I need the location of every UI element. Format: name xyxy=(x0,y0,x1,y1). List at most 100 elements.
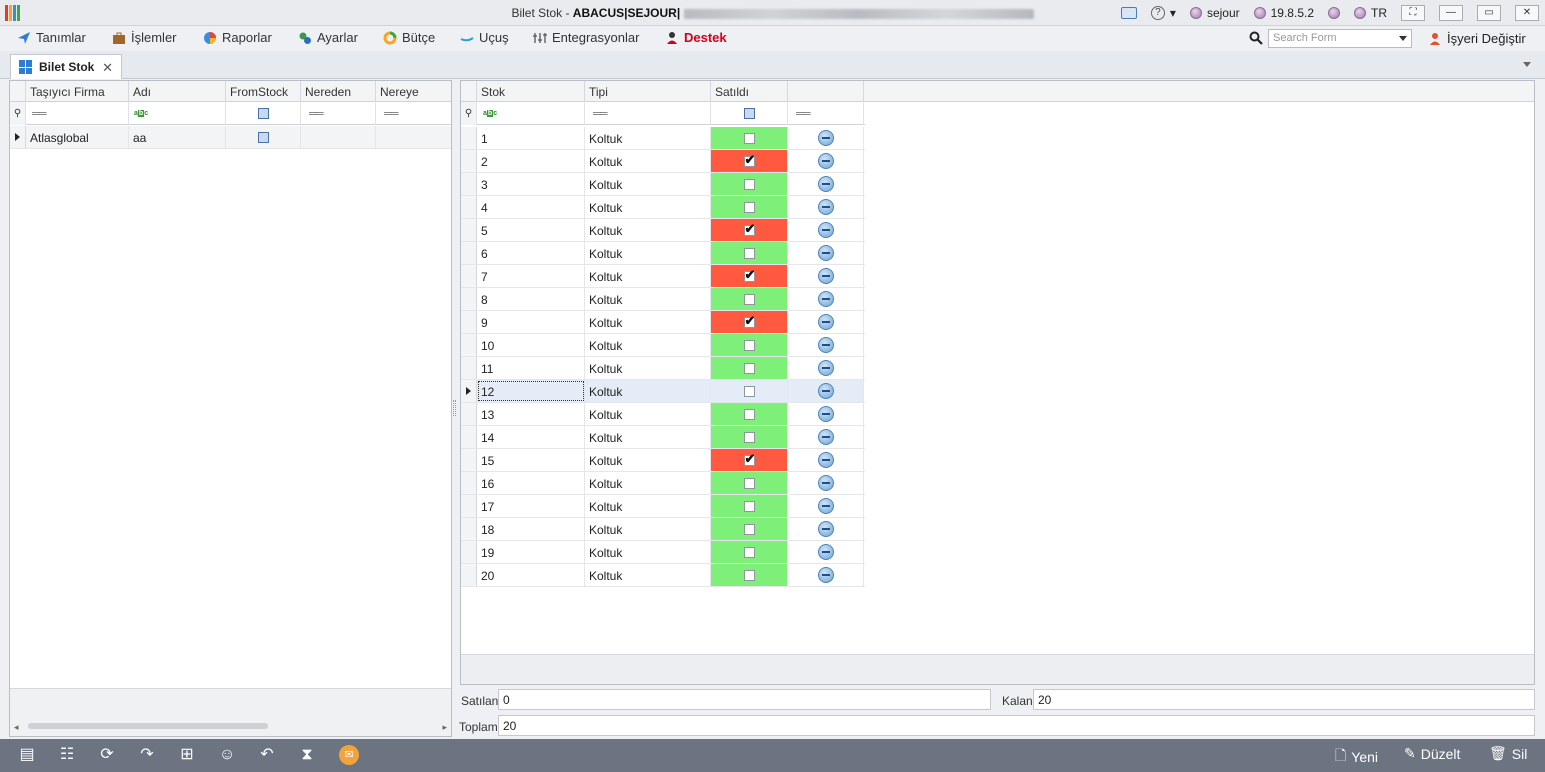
table-row[interactable]: 16 Koltuk xyxy=(461,472,865,495)
table-row[interactable]: 20 Koltuk xyxy=(461,564,865,587)
cell-tipi[interactable]: Koltuk xyxy=(585,472,711,494)
table-row[interactable]: 12 Koltuk xyxy=(461,380,865,403)
table-row[interactable]: 10 Koltuk xyxy=(461,334,865,357)
sold-checkbox[interactable] xyxy=(743,431,755,443)
remove-row-icon[interactable] xyxy=(817,521,834,537)
table-row[interactable]: 9 Koltuk xyxy=(461,311,865,334)
table-row[interactable]: 7 Koltuk xyxy=(461,265,865,288)
toplam-field[interactable]: 20 xyxy=(498,715,1535,736)
cell-stok[interactable]: 15 xyxy=(477,449,585,471)
cell-firma[interactable]: Atlasglobal xyxy=(26,126,129,148)
cell-satildi[interactable] xyxy=(711,334,788,356)
remove-row-icon[interactable] xyxy=(817,360,834,376)
maximize-button[interactable]: ▭ xyxy=(1477,5,1501,21)
cell-tipi[interactable]: Koltuk xyxy=(585,150,711,172)
cell-satildi[interactable] xyxy=(711,472,788,494)
users-icon[interactable]: ☺ xyxy=(217,745,237,765)
sold-checkbox[interactable] xyxy=(743,523,755,535)
search-form-input[interactable]: Search Form xyxy=(1268,29,1412,48)
sold-checkbox[interactable] xyxy=(743,569,755,581)
column-header-stok[interactable]: Stok xyxy=(477,81,585,102)
cell-adi[interactable]: aa xyxy=(129,126,226,148)
sold-checkbox[interactable] xyxy=(743,362,755,374)
panel-splitter[interactable] xyxy=(453,400,456,416)
remove-row-icon[interactable] xyxy=(817,130,834,146)
sold-checkbox[interactable] xyxy=(743,546,755,558)
cell-stok[interactable]: 12 xyxy=(477,380,585,402)
cell-satildi[interactable] xyxy=(711,311,788,333)
cell-satildi[interactable] xyxy=(711,173,788,195)
close-tab-icon[interactable]: ✕ xyxy=(102,60,113,76)
remove-row-icon[interactable] xyxy=(817,452,834,468)
close-window-button[interactable]: ✕ xyxy=(1515,5,1539,21)
redo-arrow-icon[interactable]: ↷ xyxy=(137,745,157,765)
remove-row-icon[interactable] xyxy=(817,245,834,261)
fullscreen-button[interactable]: ⛶ xyxy=(1401,5,1425,21)
column-header-satildi[interactable]: Satıldı xyxy=(711,81,788,102)
sold-checkbox[interactable] xyxy=(743,293,755,305)
language-indicator[interactable]: TR xyxy=(1354,6,1387,20)
cell-satildi[interactable] xyxy=(711,518,788,540)
table-row[interactable]: 3 Koltuk xyxy=(461,173,865,196)
table-row[interactable]: 14 Koltuk xyxy=(461,426,865,449)
cell-stok[interactable]: 3 xyxy=(477,173,585,195)
cell-satildi[interactable] xyxy=(711,357,788,379)
cell-tipi[interactable]: Koltuk xyxy=(585,564,711,586)
remove-row-icon[interactable] xyxy=(817,337,834,353)
cell-tipi[interactable]: Koltuk xyxy=(585,173,711,195)
table-row[interactable]: 6 Koltuk xyxy=(461,242,865,265)
tab-list-dropdown-icon[interactable] xyxy=(1523,62,1531,67)
help-menu[interactable]: ? ▾ xyxy=(1150,6,1176,20)
cell-stok[interactable]: 17 xyxy=(477,495,585,517)
column-header-nereye[interactable]: Nereye xyxy=(376,81,451,102)
sold-checkbox[interactable] xyxy=(743,221,755,237)
windows-layout-icon[interactable]: ⊞ xyxy=(177,745,197,765)
column-header-fromstock[interactable]: FromStock xyxy=(226,81,301,102)
cell-satildi[interactable] xyxy=(711,242,788,264)
filter-firma[interactable]: ══ xyxy=(26,102,129,125)
chevron-down-icon[interactable] xyxy=(1399,36,1407,41)
message-icon[interactable] xyxy=(1120,7,1137,19)
cell-tipi[interactable]: Koltuk xyxy=(585,403,711,425)
table-row[interactable]: 18 Koltuk xyxy=(461,518,865,541)
cell-satildi[interactable] xyxy=(711,127,788,149)
cell-stok[interactable]: 5 xyxy=(477,219,585,241)
cell-nereye[interactable] xyxy=(376,126,451,148)
tab-bilet-stok[interactable]: Bilet Stok ✕ xyxy=(10,54,122,79)
remove-row-icon[interactable] xyxy=(817,383,834,399)
cell-tipi[interactable]: Koltuk xyxy=(585,265,711,287)
table-row[interactable]: 11 Koltuk xyxy=(461,357,865,380)
cell-stok[interactable]: 1 xyxy=(477,127,585,149)
menu-ucus[interactable]: Uçuş xyxy=(460,30,509,45)
edit-button[interactable]: ✎ Düzelt xyxy=(1404,745,1460,762)
menu-tanimlar[interactable]: Tanımlar xyxy=(17,30,86,45)
menu-destek[interactable]: Destek xyxy=(665,30,727,45)
cell-nereden[interactable] xyxy=(301,126,376,148)
filter-fromstock[interactable] xyxy=(226,102,301,125)
cell-satildi[interactable] xyxy=(711,196,788,218)
sold-checkbox[interactable] xyxy=(743,132,755,144)
table-row[interactable]: Atlasglobal aa xyxy=(10,126,451,149)
column-header-nereden[interactable]: Nereden xyxy=(301,81,376,102)
filter-satildi[interactable] xyxy=(711,102,788,125)
remove-row-icon[interactable] xyxy=(817,176,834,192)
remove-row-icon[interactable] xyxy=(817,544,834,560)
export-excel-icon[interactable]: ▤ xyxy=(17,745,37,765)
cell-tipi[interactable]: Koltuk xyxy=(585,334,711,356)
cell-stok[interactable]: 11 xyxy=(477,357,585,379)
cell-satildi[interactable] xyxy=(711,219,788,241)
cell-satildi[interactable] xyxy=(711,564,788,586)
cell-stok[interactable]: 20 xyxy=(477,564,585,586)
cell-stok[interactable]: 16 xyxy=(477,472,585,494)
remove-row-icon[interactable] xyxy=(817,291,834,307)
cell-stok[interactable]: 9 xyxy=(477,311,585,333)
remove-row-icon[interactable] xyxy=(817,199,834,215)
cell-stok[interactable]: 8 xyxy=(477,288,585,310)
cell-satildi[interactable] xyxy=(711,403,788,425)
scroll-right-icon[interactable]: ▸ xyxy=(442,722,447,733)
remove-row-icon[interactable] xyxy=(817,222,834,238)
mail-icon[interactable]: ✉ xyxy=(339,745,359,765)
cell-stok[interactable]: 7 xyxy=(477,265,585,287)
sold-checkbox[interactable] xyxy=(743,267,755,283)
cell-fromstock[interactable] xyxy=(226,126,301,148)
